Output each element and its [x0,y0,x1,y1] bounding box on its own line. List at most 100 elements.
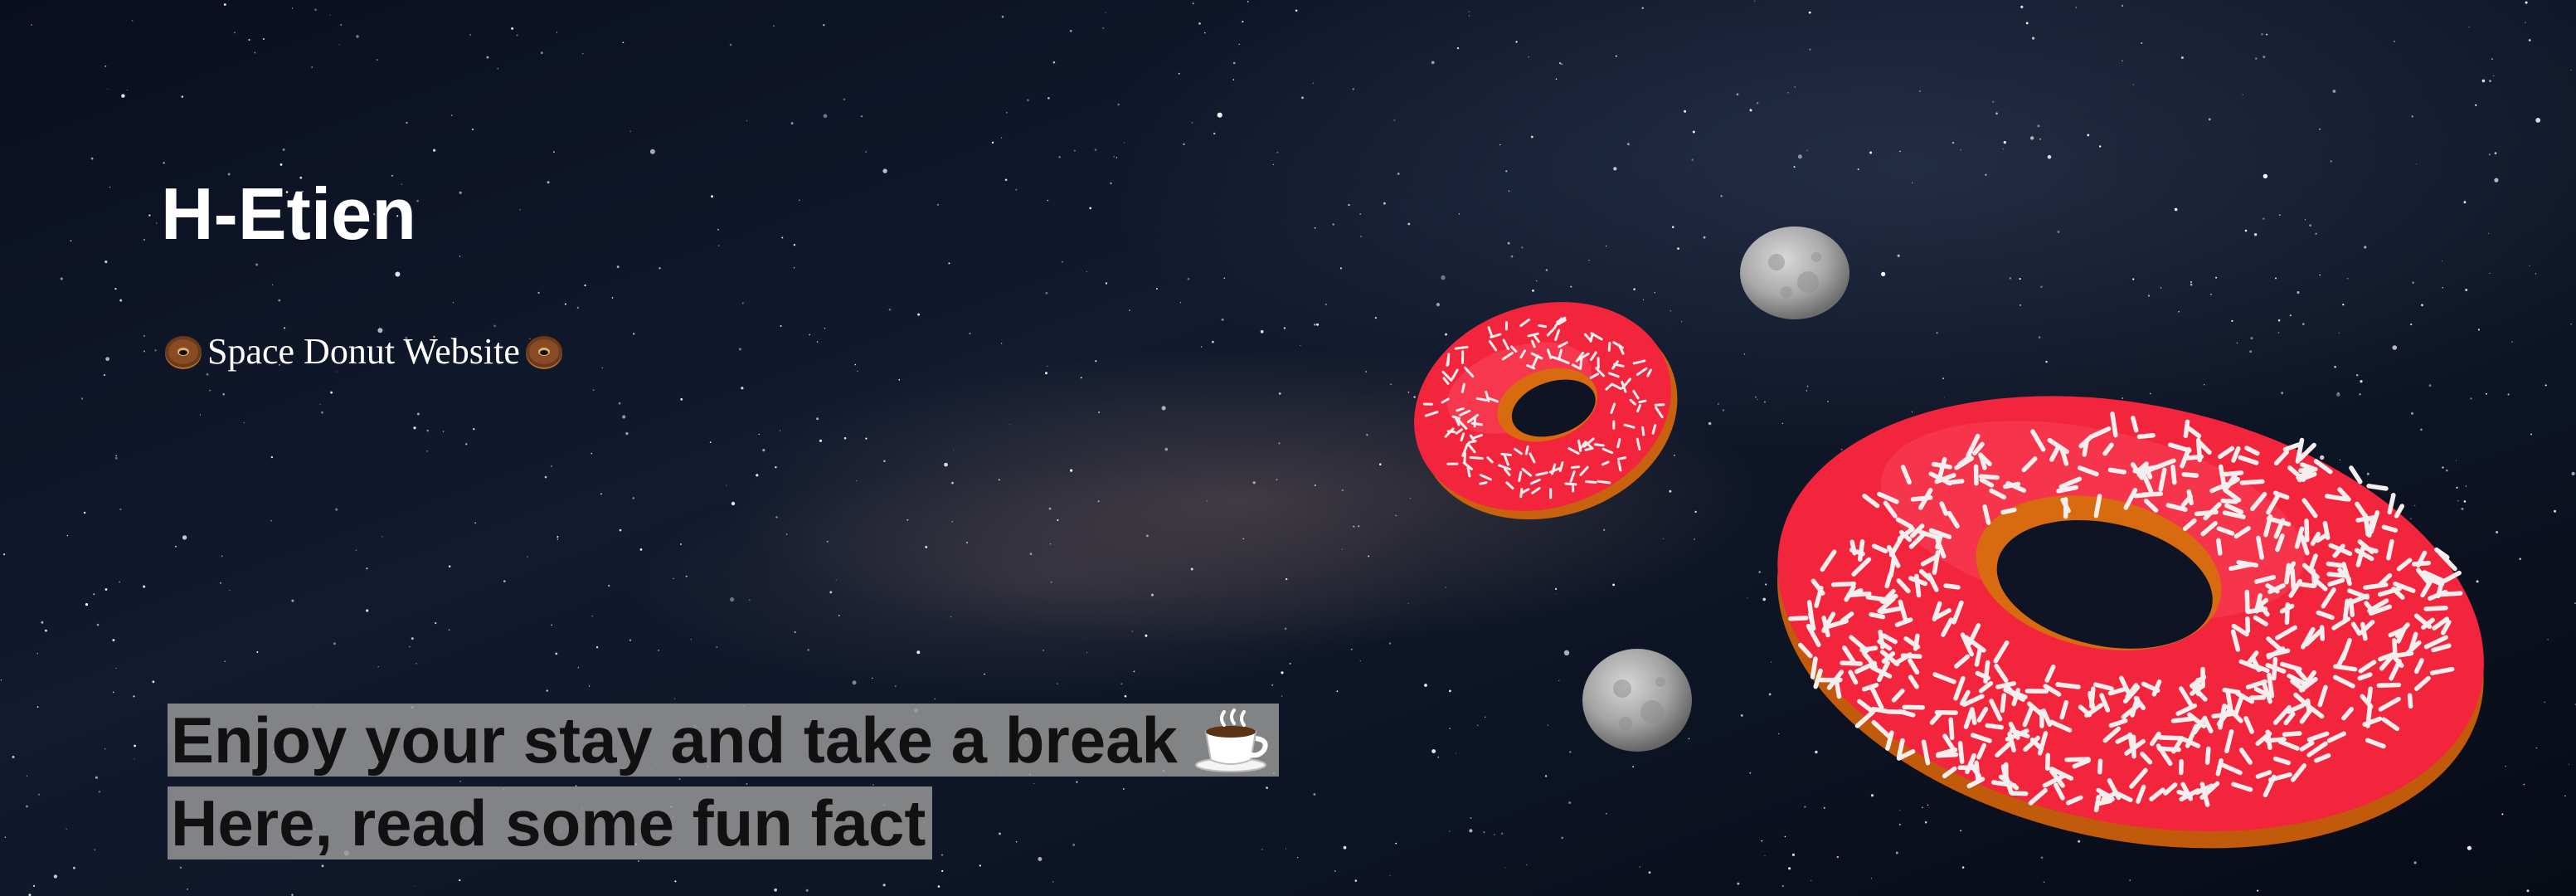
star [36,706,39,708]
star [758,433,760,436]
star [2564,795,2566,797]
sprinkle [2304,519,2310,543]
sprinkle [1538,324,1547,329]
sprinkle [2245,606,2268,615]
star [219,582,221,584]
star [224,660,226,662]
star [26,805,28,808]
star [1145,634,1148,637]
star [1456,46,1460,50]
star [1161,406,1166,411]
star [1393,119,1396,121]
star [540,51,543,55]
star [1074,149,1076,152]
star [329,14,331,16]
star [557,538,559,540]
star [1424,684,1427,687]
star [1359,213,1362,215]
star [452,302,454,304]
star [1407,602,1409,604]
tagline-fun-fact: Here, read some fun fact [168,786,933,859]
sprinkle [1466,466,1471,478]
sprinkle [1857,539,1865,562]
star [1284,627,1287,631]
star [2535,273,2537,275]
star [2038,336,2041,338]
star [805,889,809,892]
star [519,209,521,211]
star [1098,411,1101,413]
star [2190,281,2192,283]
star [1648,871,1651,874]
star [948,262,950,265]
star [493,324,496,328]
star [1722,409,1725,411]
star [411,637,414,640]
star [2275,277,2277,280]
star [673,577,674,580]
star [1261,849,1263,850]
star [649,149,655,154]
star [2507,393,2510,396]
star [835,579,837,581]
star [2019,278,2021,280]
star [1314,484,1316,487]
star [551,624,552,626]
star [1407,222,1411,226]
sprinkle [2282,731,2302,737]
star [1736,93,1739,95]
sprinkle [1475,397,1488,402]
sprinkle [2156,746,2181,752]
star [780,325,782,327]
star [588,685,591,687]
sprinkle [2055,682,2081,689]
star [951,520,954,523]
star [2364,246,2367,249]
sprinkle [1974,760,1981,784]
star [1836,855,1839,859]
star [1115,157,1118,158]
star [824,328,826,329]
star [1045,372,1047,375]
sprinkle [2216,538,2223,556]
star [1368,555,1370,558]
star [104,747,106,750]
star [790,122,794,125]
star [2236,342,2238,344]
star [762,449,766,452]
star [774,888,777,892]
star [2494,152,2497,155]
star [1563,650,1570,656]
star [1458,213,1461,215]
star [459,191,462,194]
sprinkle [2133,492,2151,499]
star [154,349,157,352]
star [1899,150,1901,153]
star [2003,141,2006,144]
star [1252,481,1256,485]
star [2210,293,2212,295]
star [1942,377,1944,380]
sprinkle [1479,481,1488,485]
sprinkle [1564,482,1577,486]
star [793,244,796,246]
star [1558,62,1562,65]
star [1749,772,1752,774]
star [1038,857,1043,861]
star [1286,577,1288,581]
star [888,308,892,311]
star [148,214,151,217]
star [448,629,450,631]
star [1613,167,1617,171]
sprinkle [1454,345,1469,350]
star [2121,4,2124,7]
star [1449,689,1451,693]
star [1390,383,1392,386]
star [321,411,323,414]
star [2413,861,2417,864]
sprinkle [1914,573,1922,598]
star [729,43,732,46]
star [284,327,286,329]
star [2489,272,2491,274]
star [2255,57,2258,60]
